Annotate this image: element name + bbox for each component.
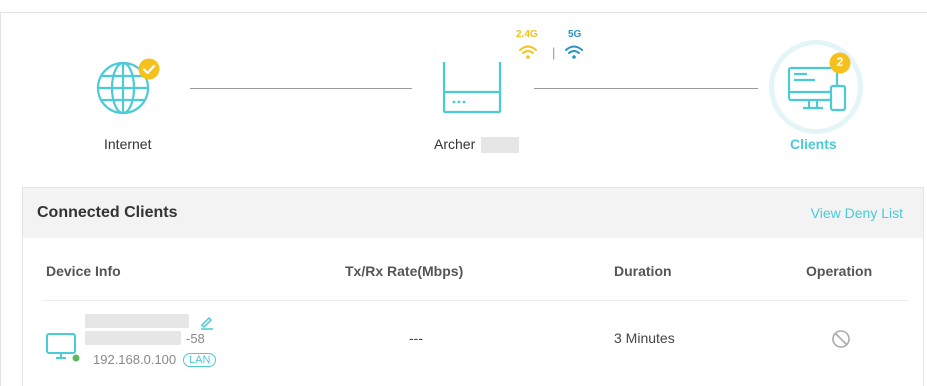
router-node[interactable] [440, 60, 504, 116]
router-icon [442, 62, 502, 114]
connector-line-right [534, 88, 758, 89]
online-status-icon [72, 354, 80, 362]
block-icon[interactable] [831, 329, 851, 349]
edit-name-icon[interactable] [199, 314, 215, 330]
internet-label: Internet [104, 136, 152, 152]
band-separator: | [552, 45, 556, 60]
clients-count: 2 [836, 55, 844, 69]
rate-value: --- [409, 330, 423, 346]
connection-type-badge: LAN [183, 353, 217, 367]
wifi-24-icon[interactable] [518, 44, 538, 60]
clients-table: Device Info Tx/Rx Rate(Mbps) Duration Op… [23, 238, 923, 386]
column-header-device: Device Info [46, 263, 121, 279]
router-label: Archer [434, 136, 520, 154]
band-24-label: 2.4G [516, 29, 538, 40]
panel-title: Connected Clients [37, 204, 178, 221]
clients-label: Clients [790, 136, 837, 152]
network-topology: Internet 2.4G 5G | Archer 2 Clients [0, 12, 927, 188]
column-header-rate: Tx/Rx Rate(Mbps) [345, 263, 464, 279]
internet-node[interactable] [90, 50, 162, 120]
ip-address: 192.168.0.100 [93, 352, 177, 367]
clients-node[interactable]: 2 [767, 38, 865, 136]
band-5-label: 5G [568, 29, 582, 40]
column-header-duration: Duration [614, 263, 672, 279]
device-name-redacted [85, 314, 189, 328]
connector-line-left [190, 88, 412, 89]
check-badge-icon [138, 58, 160, 80]
view-deny-list-link[interactable]: View Deny List [811, 205, 903, 221]
mac-address-suffix: -58 [186, 331, 205, 346]
mac-address-redacted [85, 331, 181, 345]
wifi-5-icon[interactable] [564, 44, 584, 60]
table-row: -58 192.168.0.100 LAN --- 3 Minutes [23, 301, 923, 386]
connected-clients-panel: Connected Clients View Deny List Device … [22, 187, 924, 386]
router-model-name: Archer [434, 136, 476, 152]
router-model-redacted [481, 137, 520, 154]
duration-value: 3 Minutes [614, 330, 675, 346]
panel-header: Connected Clients View Deny List [23, 188, 923, 238]
column-header-operation: Operation [806, 263, 873, 279]
